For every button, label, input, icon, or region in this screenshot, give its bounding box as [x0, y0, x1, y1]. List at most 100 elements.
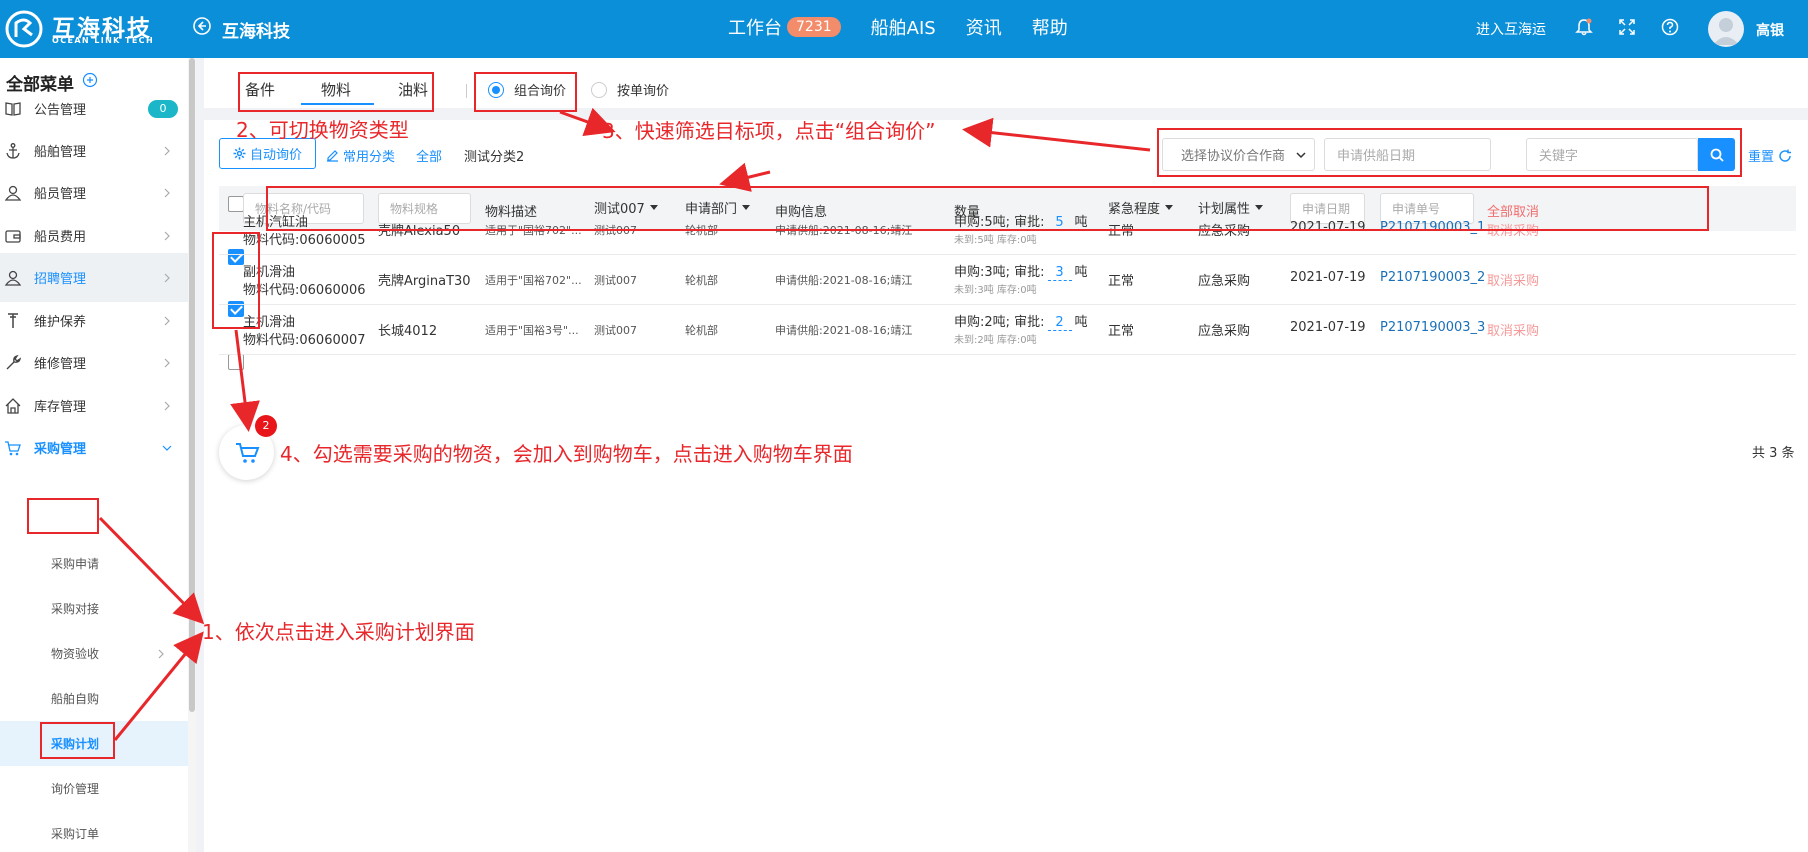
annotation-note-2: 2、可切换物资类型 — [236, 118, 409, 142]
qty-unit: 吨 — [1074, 215, 1088, 230]
plan-attr-value: 应急采购 — [1198, 324, 1251, 339]
quantity-stock: 未到:5吨 库存:0吨 — [954, 235, 1037, 246]
bell-icon[interactable] — [1574, 17, 1594, 37]
cancel-purchase-button[interactable]: 取消采购 — [1487, 320, 1539, 339]
cart-count-badge: 2 — [255, 415, 277, 437]
avatar[interactable] — [1708, 11, 1744, 47]
sidebar-sub-inquiry[interactable]: 询价管理 — [0, 766, 188, 811]
material-desc[interactable]: 适用于"国裕702"... — [485, 272, 582, 288]
apply-qty: 申购:3吨; 审批: — [954, 265, 1045, 280]
sidebar-sub-label: 询价管理 — [51, 782, 100, 796]
quantity-stock: 未到:3吨 库存:0吨 — [954, 285, 1037, 296]
apply-date: 2021-07-19 — [1290, 270, 1366, 285]
cancel-purchase-button[interactable]: 取消采购 — [1487, 270, 1539, 289]
chevron-right-icon — [164, 401, 170, 410]
col-urgency-label: 紧急程度 — [1108, 202, 1161, 217]
sidebar-sub-purchase-match[interactable]: 采购对接 — [0, 586, 188, 631]
supplier-select[interactable]: 选择协议价合作商 — [1162, 138, 1315, 171]
nav-ship-ais[interactable]: 船舶AIS — [871, 14, 936, 40]
sidebar: 全部菜单 公告管理 0 船舶管理 船员管理 船员费用 招聘管理 维护保养 维修管… — [0, 58, 188, 852]
nav-help[interactable]: 帮助 — [1032, 14, 1068, 40]
home-icon — [5, 397, 21, 414]
apply-no-link[interactable]: P2107190003_3 — [1380, 320, 1485, 335]
nav-news[interactable]: 资讯 — [966, 14, 1002, 40]
radio-dot — [591, 81, 607, 98]
tab-oil[interactable]: 油料 — [398, 79, 428, 100]
tab-spare-parts[interactable]: 备件 — [245, 79, 275, 100]
category-all-link[interactable]: 全部 — [416, 146, 442, 165]
sidebar-scrollbar-thumb[interactable] — [189, 58, 195, 712]
cancel-purchase-button[interactable]: 取消采购 — [1487, 220, 1539, 239]
material-desc[interactable]: 适用于"国裕702"... — [485, 222, 582, 238]
chevron-right-icon — [164, 231, 170, 240]
caret-down-icon — [1165, 205, 1174, 210]
sidebar-item-recruit[interactable]: 招聘管理 — [0, 253, 188, 302]
sidebar-item-label: 招聘管理 — [34, 272, 87, 287]
row-checkbox[interactable] — [228, 249, 244, 265]
test007-value: 测试007 — [594, 224, 637, 237]
col-urgency-filter[interactable]: 紧急程度 — [1108, 198, 1174, 217]
col-test007-label: 测试007 — [594, 202, 645, 217]
sidebar-item-label: 库存管理 — [34, 400, 87, 415]
top-header: 互海科技 OCEAN LINK TECH 互海科技 工作台 7231 船舶AIS… — [0, 0, 1808, 58]
row-divider — [219, 354, 1796, 355]
sidebar-item-crew[interactable]: 船员管理 — [0, 168, 188, 217]
keyword-input[interactable]: 关键字 — [1526, 138, 1698, 171]
sidebar-item-label: 公告管理 — [34, 103, 87, 118]
material-name: 副机滑油 — [243, 265, 296, 280]
sidebar-sub-acceptance[interactable]: 物资验收 — [0, 631, 188, 676]
tab-materials[interactable]: 物料 — [321, 79, 351, 100]
material-spec: 壳牌Alexia50 — [378, 224, 461, 239]
material-desc[interactable]: 适用于"国裕3号"... — [485, 322, 579, 338]
sidebar-sub-purchase-apply[interactable]: 采购申请 — [0, 541, 188, 586]
plan-attr-value: 应急采购 — [1198, 274, 1251, 289]
material-name: 主机汽缸油 — [243, 215, 309, 230]
logo-subtext: OCEAN LINK TECH — [52, 36, 155, 45]
sidebar-sub-purchase-plan[interactable]: 采购计划 — [0, 721, 188, 766]
supply-date-input[interactable]: 申请供船日期 — [1324, 138, 1491, 171]
tool-icon — [8, 312, 18, 328]
common-category-link[interactable]: 常用分类 — [326, 146, 395, 165]
sidebar-item-repair[interactable]: 维修管理 — [0, 338, 188, 387]
nav-workbench[interactable]: 工作台 7231 — [728, 14, 841, 40]
reset-button[interactable]: 重置 — [1748, 146, 1792, 165]
sidebar-sub-order[interactable]: 采购订单 — [0, 811, 188, 852]
back-circle-icon[interactable] — [192, 16, 212, 36]
anchor-icon — [6, 142, 20, 159]
user-name[interactable]: 高银 — [1756, 20, 1784, 40]
radio-combined-inquiry[interactable]: 组合询价 — [488, 80, 566, 99]
approve-qty-input[interactable]: 5 — [1047, 215, 1072, 231]
apply-qty: 申购:5吨; 审批: — [954, 215, 1045, 230]
col-material-desc: 物料描述 — [485, 205, 538, 220]
fullscreen-icon[interactable] — [1617, 17, 1637, 37]
row-checkbox[interactable] — [228, 354, 244, 370]
chevron-right-icon — [164, 273, 170, 282]
tab-divider — [466, 84, 467, 98]
apply-qty: 申购:2吨; 审批: — [954, 315, 1045, 330]
apply-no-link[interactable]: P2107190003_2 — [1380, 270, 1485, 285]
help-icon[interactable] — [1660, 17, 1680, 37]
sidebar-item-label: 船舶管理 — [34, 145, 87, 160]
sidebar-sub-self-purchase[interactable]: 船舶自购 — [0, 676, 188, 721]
col-dept-filter[interactable]: 申请部门 — [685, 198, 751, 217]
material-code: 物料代码:06060005 — [243, 233, 366, 248]
chevron-right-icon — [164, 146, 170, 155]
apply-no-link[interactable]: P2107190003_1 — [1380, 220, 1485, 235]
radio-single-inquiry[interactable]: 按单询价 — [591, 80, 669, 99]
sidebar-item-purchase[interactable]: 采购管理 — [0, 423, 188, 472]
approve-qty-input[interactable]: 2 — [1047, 315, 1072, 331]
category-test-2[interactable]: 测试分类2 — [464, 146, 524, 165]
cancel-all-button[interactable]: 全部取消 — [1487, 201, 1539, 220]
dept-value: 轮机部 — [685, 274, 718, 287]
search-icon — [1710, 148, 1724, 162]
approve-qty-input[interactable]: 3 — [1047, 265, 1072, 281]
col-test007-filter[interactable]: 测试007 — [594, 198, 658, 217]
search-button[interactable] — [1698, 138, 1735, 171]
enter-hhy-link[interactable]: 进入互海运 — [1476, 19, 1546, 39]
col-plan-attr-filter[interactable]: 计划属性 — [1198, 198, 1264, 217]
sidebar-item-label: 采购管理 — [34, 442, 87, 457]
sidebar-sub-label: 采购申请 — [51, 557, 100, 571]
company-logo-icon[interactable] — [4, 9, 44, 49]
select-all-checkbox[interactable] — [228, 196, 244, 212]
test007-value: 测试007 — [594, 274, 637, 287]
